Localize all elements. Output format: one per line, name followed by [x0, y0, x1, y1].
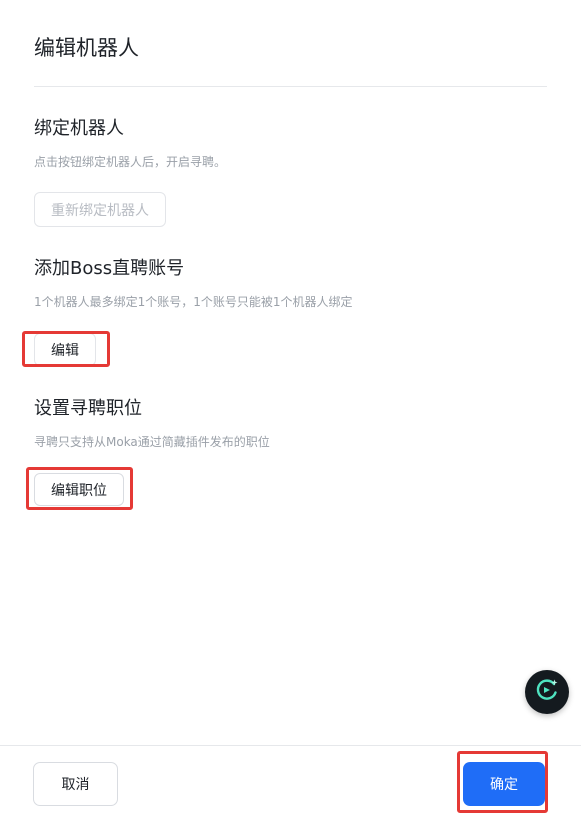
- position-title: 设置寻聘职位: [34, 398, 142, 419]
- boss-account-title: 添加Boss直聘账号: [34, 258, 185, 279]
- edit-position-button[interactable]: 编辑职位: [34, 473, 124, 506]
- bind-robot-section: 绑定机器人 点击按钮绑定机器人后，开启寻聘。: [34, 117, 226, 171]
- page-title: 编辑机器人: [34, 36, 139, 60]
- ai-assistant-icon: [534, 677, 560, 707]
- footer-divider: [0, 745, 581, 746]
- position-section: 设置寻聘职位 寻聘只支持从Moka通过简藏插件发布的职位: [34, 397, 270, 451]
- confirm-button[interactable]: 确定: [463, 762, 545, 806]
- edit-position-button-wrap: 编辑职位: [34, 473, 124, 506]
- boss-account-desc: 1个机器人最多绑定1个账号，1个账号只能被1个机器人绑定: [34, 295, 353, 309]
- bind-robot-desc: 点击按钮绑定机器人后，开启寻聘。: [34, 155, 227, 169]
- boss-account-section: 添加Boss直聘账号 1个机器人最多绑定1个账号，1个账号只能被1个机器人绑定: [34, 257, 353, 311]
- rebind-robot-button-wrap: 重新绑定机器人: [34, 192, 166, 227]
- edit-boss-account-button[interactable]: 编辑: [34, 333, 96, 366]
- edit-boss-button-wrap: 编辑: [34, 333, 96, 366]
- position-desc: 寻聘只支持从Moka通过简藏插件发布的职位: [34, 435, 270, 449]
- header-divider: [34, 86, 547, 87]
- cancel-button[interactable]: 取消: [33, 762, 118, 806]
- edit-robot-dialog: 编辑机器人 绑定机器人 点击按钮绑定机器人后，开启寻聘。 重新绑定机器人 添加B…: [0, 0, 581, 817]
- bind-robot-title: 绑定机器人: [34, 118, 124, 139]
- ai-assistant-button[interactable]: [525, 670, 569, 714]
- rebind-robot-button[interactable]: 重新绑定机器人: [34, 192, 166, 227]
